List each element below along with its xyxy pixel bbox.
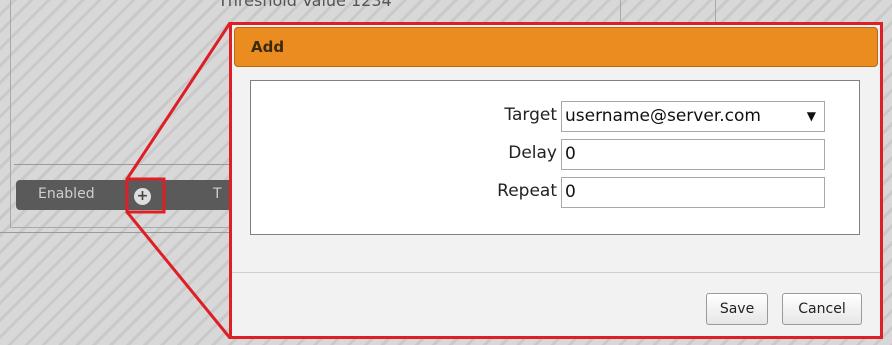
save-button[interactable]: Save (706, 293, 768, 325)
chevron-down-icon[interactable]: ▼ (807, 102, 816, 131)
repeat-label: Repeat (497, 181, 557, 201)
add-dialog: Add Target username@server.com ▼ Delay 0… (229, 22, 883, 339)
dialog-footer-divider (232, 272, 880, 273)
delay-label: Delay (508, 143, 557, 163)
add-form: Target username@server.com ▼ Delay 0 Rep… (250, 80, 860, 235)
dialog-header: Add (234, 27, 878, 67)
callout-line-bottom (125, 211, 232, 339)
callout-line-top (125, 22, 232, 180)
delay-field[interactable]: 0 (561, 139, 825, 170)
target-select[interactable]: username@server.com ▼ (561, 101, 825, 132)
target-label: Target (504, 105, 557, 125)
repeat-field[interactable]: 0 (561, 177, 825, 208)
callout-highlight-box (125, 177, 166, 214)
dialog-title: Add (251, 38, 285, 56)
cancel-button[interactable]: Cancel (782, 293, 862, 325)
target-select-value: username@server.com (565, 106, 761, 126)
